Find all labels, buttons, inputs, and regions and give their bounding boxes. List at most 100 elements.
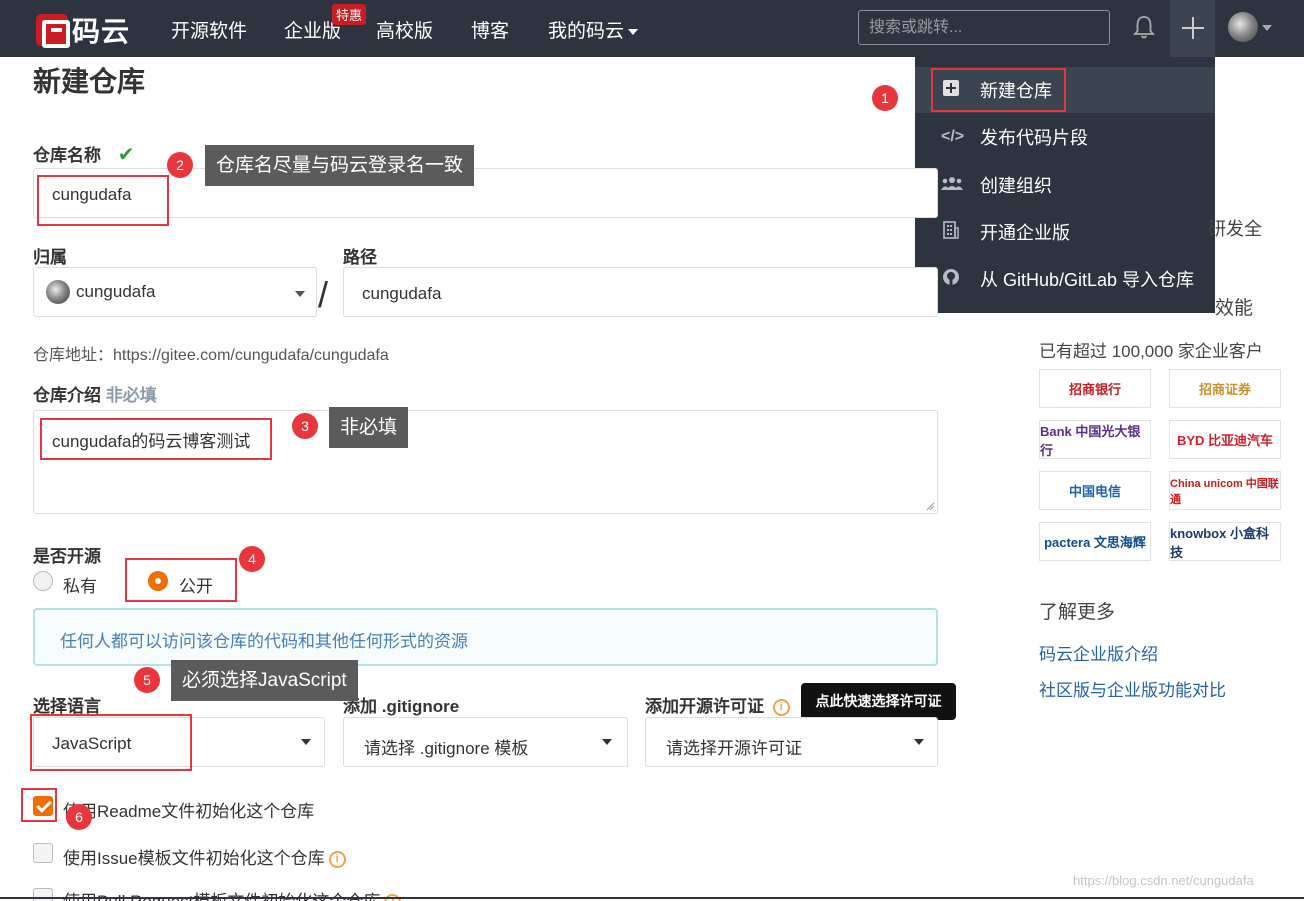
gitignore-label: 添加 .gitignore: [343, 697, 460, 716]
description-label: 仓库介绍 非必填: [33, 381, 157, 406]
license-tooltip: 点此快速选择许可证: [801, 683, 956, 720]
nav-blog[interactable]: 博客: [471, 16, 509, 43]
logo-ceb: Bank 中国光大银行: [1039, 420, 1151, 459]
nav-my-gitee[interactable]: 我的码云: [548, 16, 639, 43]
logo-cms-text: 招商证券: [1198, 382, 1251, 397]
avatar[interactable]: [1228, 12, 1258, 42]
path-label: 路径: [343, 248, 377, 267]
annotation-number-2: 2: [167, 152, 193, 178]
private-radio-label: 私有: [63, 577, 97, 596]
path-input[interactable]: cungudafa: [343, 267, 938, 317]
annotation-box-language: [30, 714, 192, 771]
avatar-chevron-down-icon[interactable]: [1262, 25, 1272, 31]
owner-value: cungudafa: [76, 282, 156, 301]
nav-university[interactable]: 高校版: [376, 16, 433, 43]
brand-name: 码云: [72, 16, 131, 47]
owner-avatar: [46, 280, 70, 304]
nav-open-source[interactable]: 开源软件: [171, 16, 247, 43]
create-plus-button[interactable]: [1170, 0, 1215, 57]
chevron-down-icon: [301, 739, 311, 745]
gitee-logo-icon: [36, 14, 70, 48]
menu-item-import-github[interactable]: 从 GitHub/GitLab 导入仓库: [915, 256, 1215, 302]
public-info-box: 任何人都可以访问该仓库的代码和其他任何形式的资源: [33, 608, 938, 666]
menu-item-label: 开通企业版: [980, 223, 1070, 243]
watermark: https://blog.csdn.net/cungudafa: [1073, 873, 1254, 888]
resize-handle-icon[interactable]: [925, 501, 935, 511]
logo-pactera: pactera 文思海辉: [1039, 522, 1151, 561]
issue-template-label-text: 使用Issue模板文件初始化这个仓库: [63, 849, 325, 868]
logo-telecom: 中国电信: [1039, 471, 1151, 510]
logo-cms: 招商证券: [1169, 369, 1281, 408]
learn-more-heading: 了解更多: [1039, 602, 1116, 623]
menu-item-create-org[interactable]: 创建组织: [915, 162, 1215, 208]
open-source-label: 是否开源: [33, 547, 101, 566]
annotation-number-4: 4: [239, 546, 265, 572]
logo-ceb-text: Bank 中国光大银行: [1040, 423, 1141, 458]
logo-cmb: 招商银行: [1039, 369, 1151, 408]
code-icon: </>: [941, 128, 965, 145]
annotation-number-3: 3: [292, 413, 318, 439]
annotation-number-6: 6: [66, 804, 92, 830]
info-icon[interactable]: i: [772, 699, 790, 717]
chevron-down-icon: [602, 739, 612, 745]
private-radio[interactable]: [33, 571, 53, 591]
gitignore-select[interactable]: 请选择 .gitignore 模板: [343, 717, 628, 767]
info-icon[interactable]: i: [328, 851, 346, 869]
owner-select[interactable]: cungudafa: [33, 267, 317, 317]
logo-byd-text: BYD 比亚迪汽车: [1176, 433, 1274, 448]
optional-hint: 非必填: [105, 386, 157, 405]
license-select[interactable]: 请选择开源许可证: [645, 717, 938, 767]
annotation-box-new-repo: [931, 68, 1066, 112]
logo-cmb-text: 招商银行: [1068, 382, 1121, 397]
bell-icon[interactable]: [1133, 14, 1155, 40]
repo-address: 仓库地址：https://gitee.com/cungudafa/cunguda…: [33, 347, 389, 364]
logo-unicom-text: China unicom 中国联通: [1170, 477, 1279, 506]
customer-count: 已有超过 100,000 家企业客户: [1039, 342, 1263, 361]
top-nav: 码云 开源软件 企业版 特惠 高校版 博客 我的码云: [0, 0, 1304, 57]
link-edition-compare[interactable]: 社区版与企业版功能对比: [1039, 676, 1226, 701]
issue-template-checkbox[interactable]: [33, 843, 53, 863]
menu-item-publish-snippet[interactable]: </> 发布代码片段: [915, 114, 1215, 160]
link-enterprise-intro[interactable]: 码云企业版介绍: [1039, 640, 1158, 665]
annotation-box-description: [40, 418, 272, 460]
gitee-logo[interactable]: 码云: [36, 10, 130, 50]
search-input[interactable]: [858, 10, 1110, 45]
logo-knowbox-text: knowbox 小盒科技: [1170, 525, 1269, 560]
menu-item-label: 从 GitHub/GitLab 导入仓库: [980, 270, 1195, 290]
promo-badge: 特惠: [332, 4, 367, 25]
sidebar-partial-heading-2: 效能: [1215, 298, 1254, 319]
annotation-box-public: [125, 558, 237, 602]
chevron-down-icon: [295, 291, 305, 297]
logo-byd: BYD 比亚迪汽车: [1169, 420, 1281, 459]
logo-telecom-text: 中国电信: [1068, 484, 1121, 499]
repo-name-label-text: 仓库名称: [33, 146, 101, 165]
building-icon: [941, 220, 961, 244]
menu-item-enterprise[interactable]: 开通企业版: [915, 209, 1215, 255]
description-label-text: 仓库介绍: [33, 386, 101, 405]
valid-check-icon: ✔: [117, 144, 135, 166]
bottom-divider: [0, 897, 1304, 899]
readme-checkbox-label: 使用Readme文件初始化这个仓库: [63, 802, 315, 821]
annotation-tip-repo-name: 仓库名尽量与码云登录名一致: [205, 145, 475, 186]
repo-name-label: 仓库名称 ✔: [33, 141, 135, 167]
path-value: cungudafa: [362, 284, 442, 303]
page-title: 新建仓库: [33, 66, 146, 97]
annotation-box-readme: [21, 788, 57, 822]
chevron-down-icon: [914, 739, 924, 745]
license-value: 请选择开源许可证: [666, 739, 802, 758]
pr-template-checkbox[interactable]: [33, 888, 53, 901]
logo-unicom: China unicom 中国联通: [1169, 471, 1281, 510]
logo-pactera-text: pactera 文思海辉: [1044, 535, 1146, 550]
sidebar-partial-heading-1: 研发全: [1208, 219, 1262, 239]
license-label-text: 添加开源许可证: [645, 697, 764, 716]
annotation-box-repo-name: [37, 175, 169, 226]
logo-knowbox: knowbox 小盒科技: [1169, 522, 1281, 561]
owner-label: 归属: [33, 248, 67, 267]
group-icon: [941, 176, 963, 195]
annotation-number-5: 5: [134, 667, 160, 693]
chevron-down-icon: [628, 28, 639, 35]
gitignore-value: 请选择 .gitignore 模板: [364, 739, 529, 758]
menu-item-label: 发布代码片段: [980, 128, 1088, 148]
nav-my-gitee-label: 我的码云: [548, 21, 625, 42]
license-label: 添加开源许可证 i: [645, 692, 790, 717]
